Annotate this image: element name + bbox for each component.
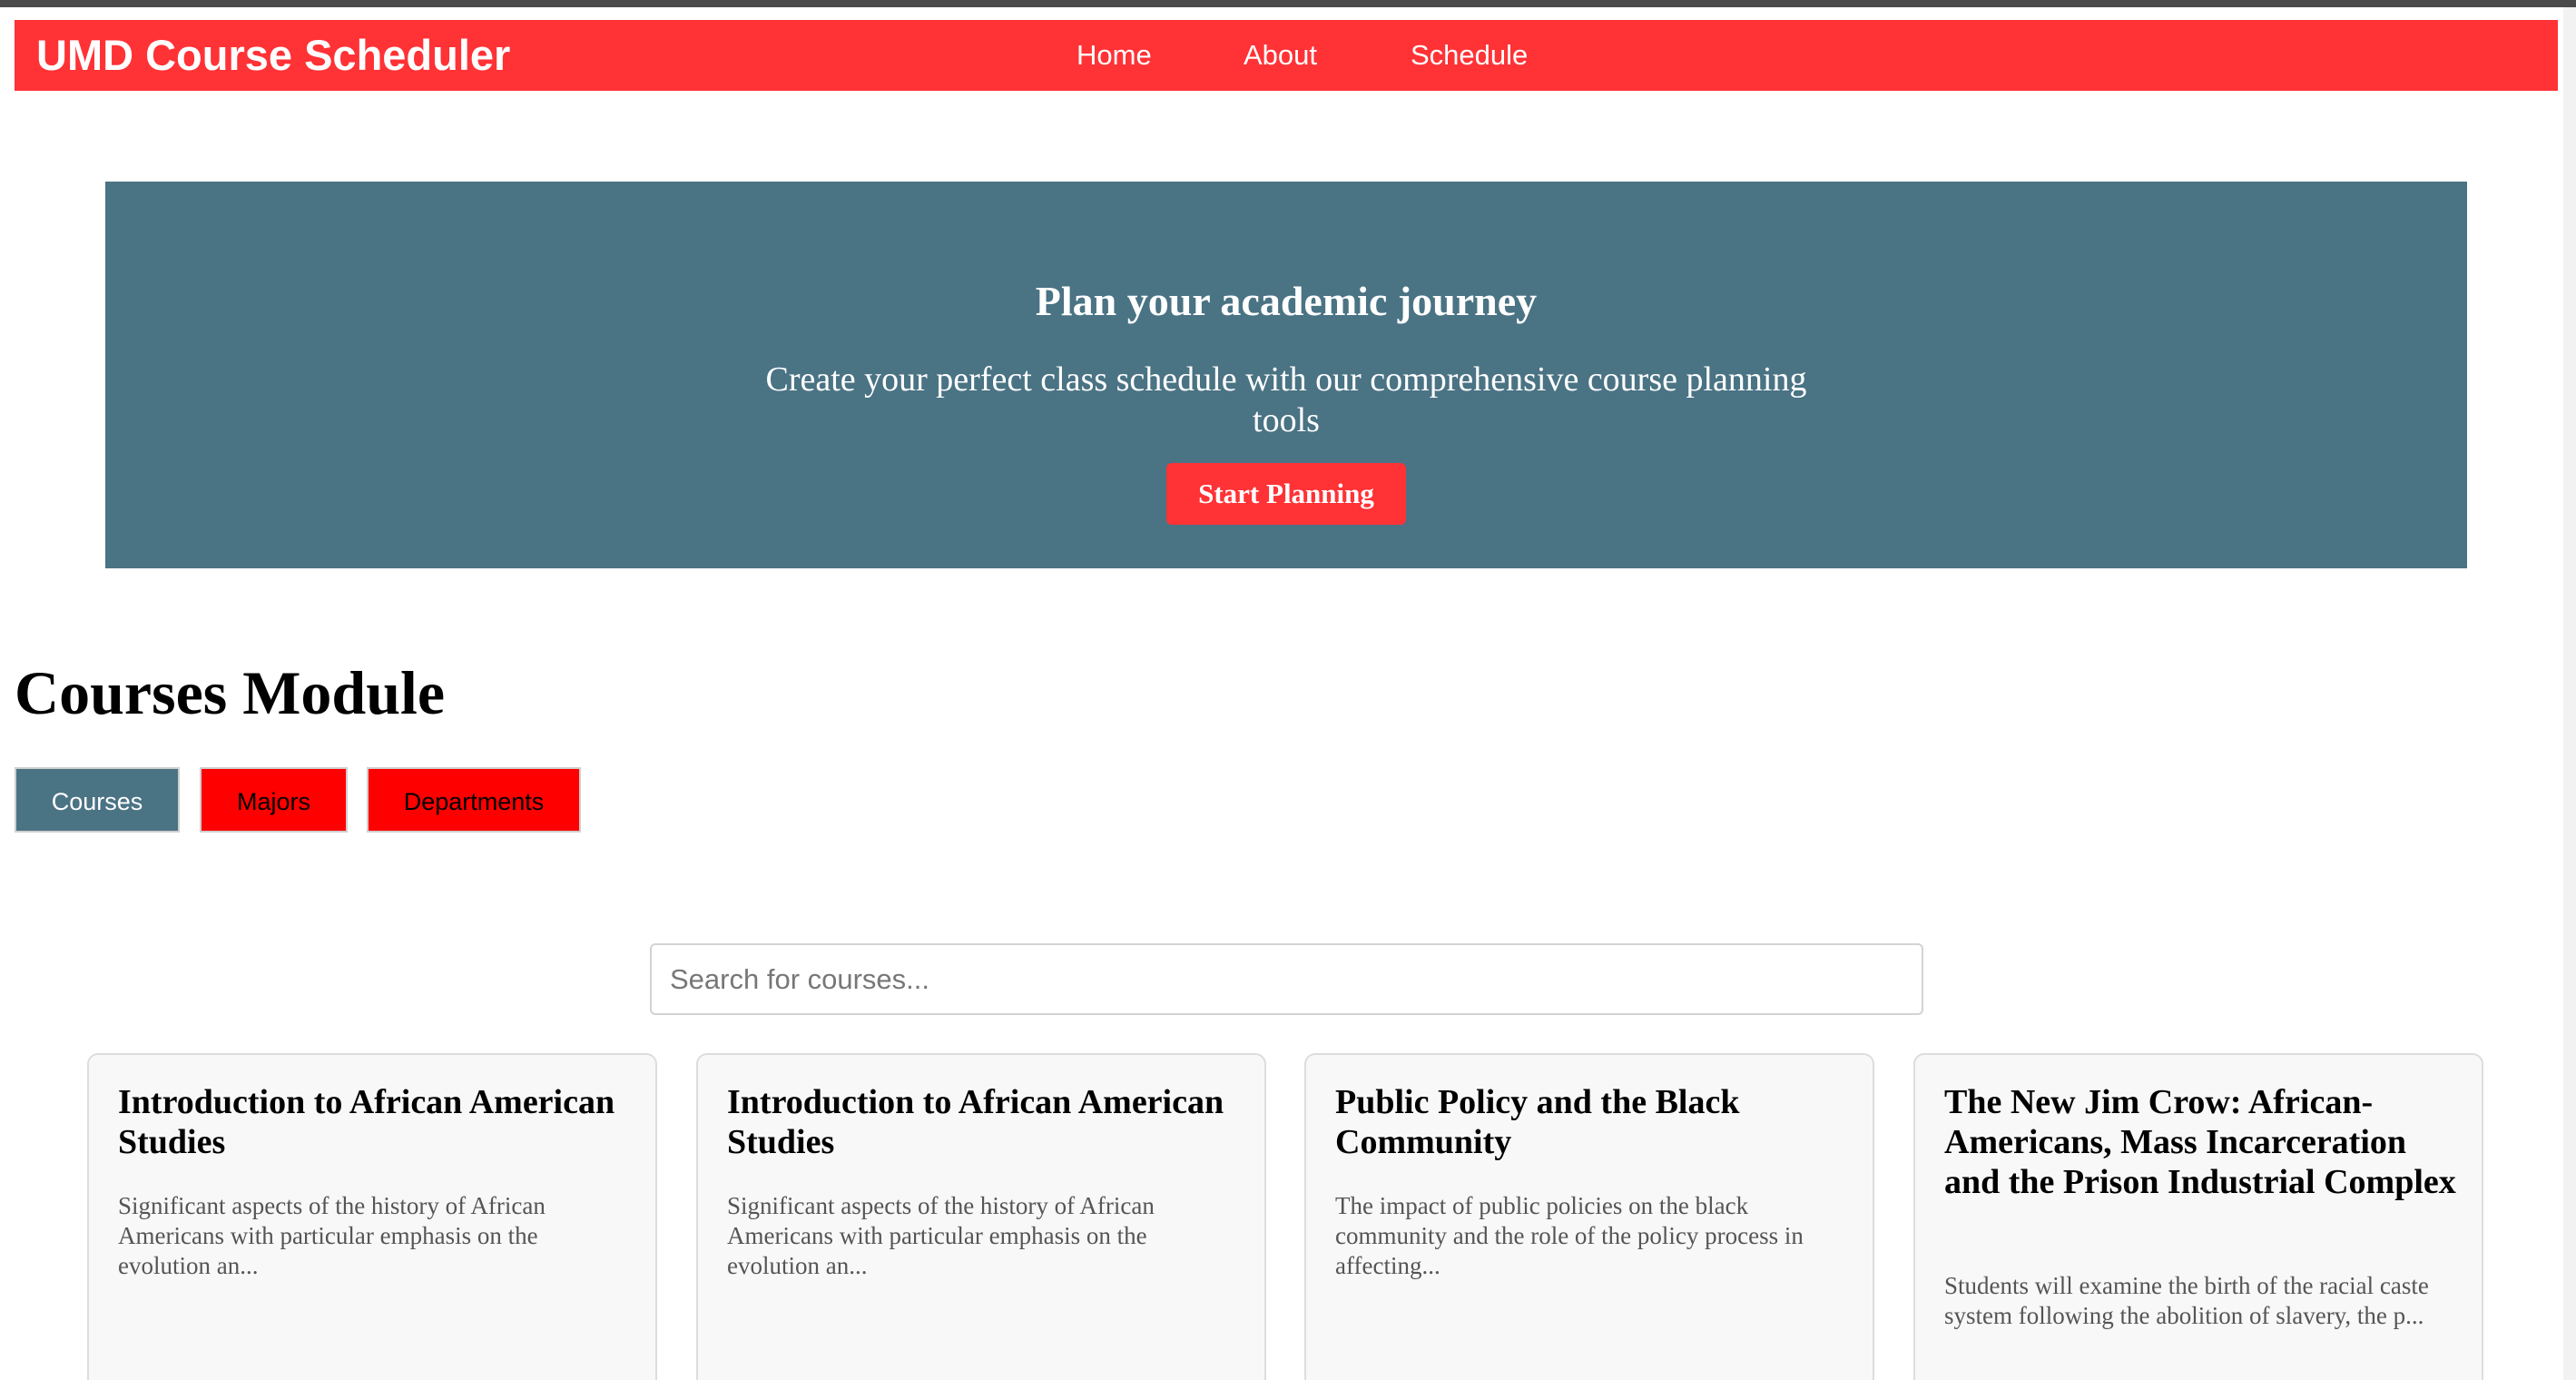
brand-title[interactable]: UMD Course Scheduler	[36, 20, 510, 91]
course-description: The impact of public policies on the bla…	[1335, 1192, 1804, 1279]
nav-link-home[interactable]: Home	[1077, 20, 1152, 91]
tab-departments[interactable]: Departments	[367, 767, 581, 833]
course-card[interactable]: The New Jim Crow: African-Americans, Mas…	[1913, 1053, 2483, 1380]
course-card[interactable]: Introduction to African American Studies…	[87, 1053, 657, 1380]
module-title: Courses Module	[15, 658, 446, 727]
tab-courses[interactable]: Courses	[15, 767, 180, 833]
course-title: The New Jim Crow: African-Americans, Mas…	[1944, 1083, 2456, 1201]
hero-banner: Plan your academic journey Create your p…	[105, 182, 2467, 568]
window-right-edge	[2563, 7, 2576, 1380]
nav-link-about[interactable]: About	[1244, 20, 1317, 91]
hero-title: Plan your academic journey	[1035, 278, 1538, 324]
course-card[interactable]: Public Policy and the Black Community Th…	[1304, 1053, 1874, 1380]
hero-subtitle: Create your perfect class schedule with …	[765, 360, 1807, 439]
course-title: Introduction to African American Studies	[727, 1083, 1224, 1161]
start-planning-button[interactable]: Start Planning	[1166, 463, 1406, 525]
nav-link-schedule[interactable]: Schedule	[1411, 20, 1528, 91]
course-card[interactable]: Introduction to African American Studies…	[696, 1053, 1266, 1380]
navbar: UMD Course Scheduler Home About Schedule	[15, 20, 2558, 91]
course-title: Public Policy and the Black Community	[1335, 1083, 1740, 1161]
course-description: Significant aspects of the history of Af…	[118, 1192, 546, 1279]
page: UMD Course Scheduler Home About Schedule…	[0, 0, 2576, 1380]
window-top-edge	[0, 0, 2576, 7]
course-description: Students will examine the birth of the r…	[1944, 1272, 2429, 1329]
search-input[interactable]	[650, 943, 1923, 1015]
course-description: Significant aspects of the history of Af…	[727, 1192, 1155, 1279]
tab-majors[interactable]: Majors	[200, 767, 348, 833]
course-title: Introduction to African American Studies	[118, 1083, 615, 1161]
